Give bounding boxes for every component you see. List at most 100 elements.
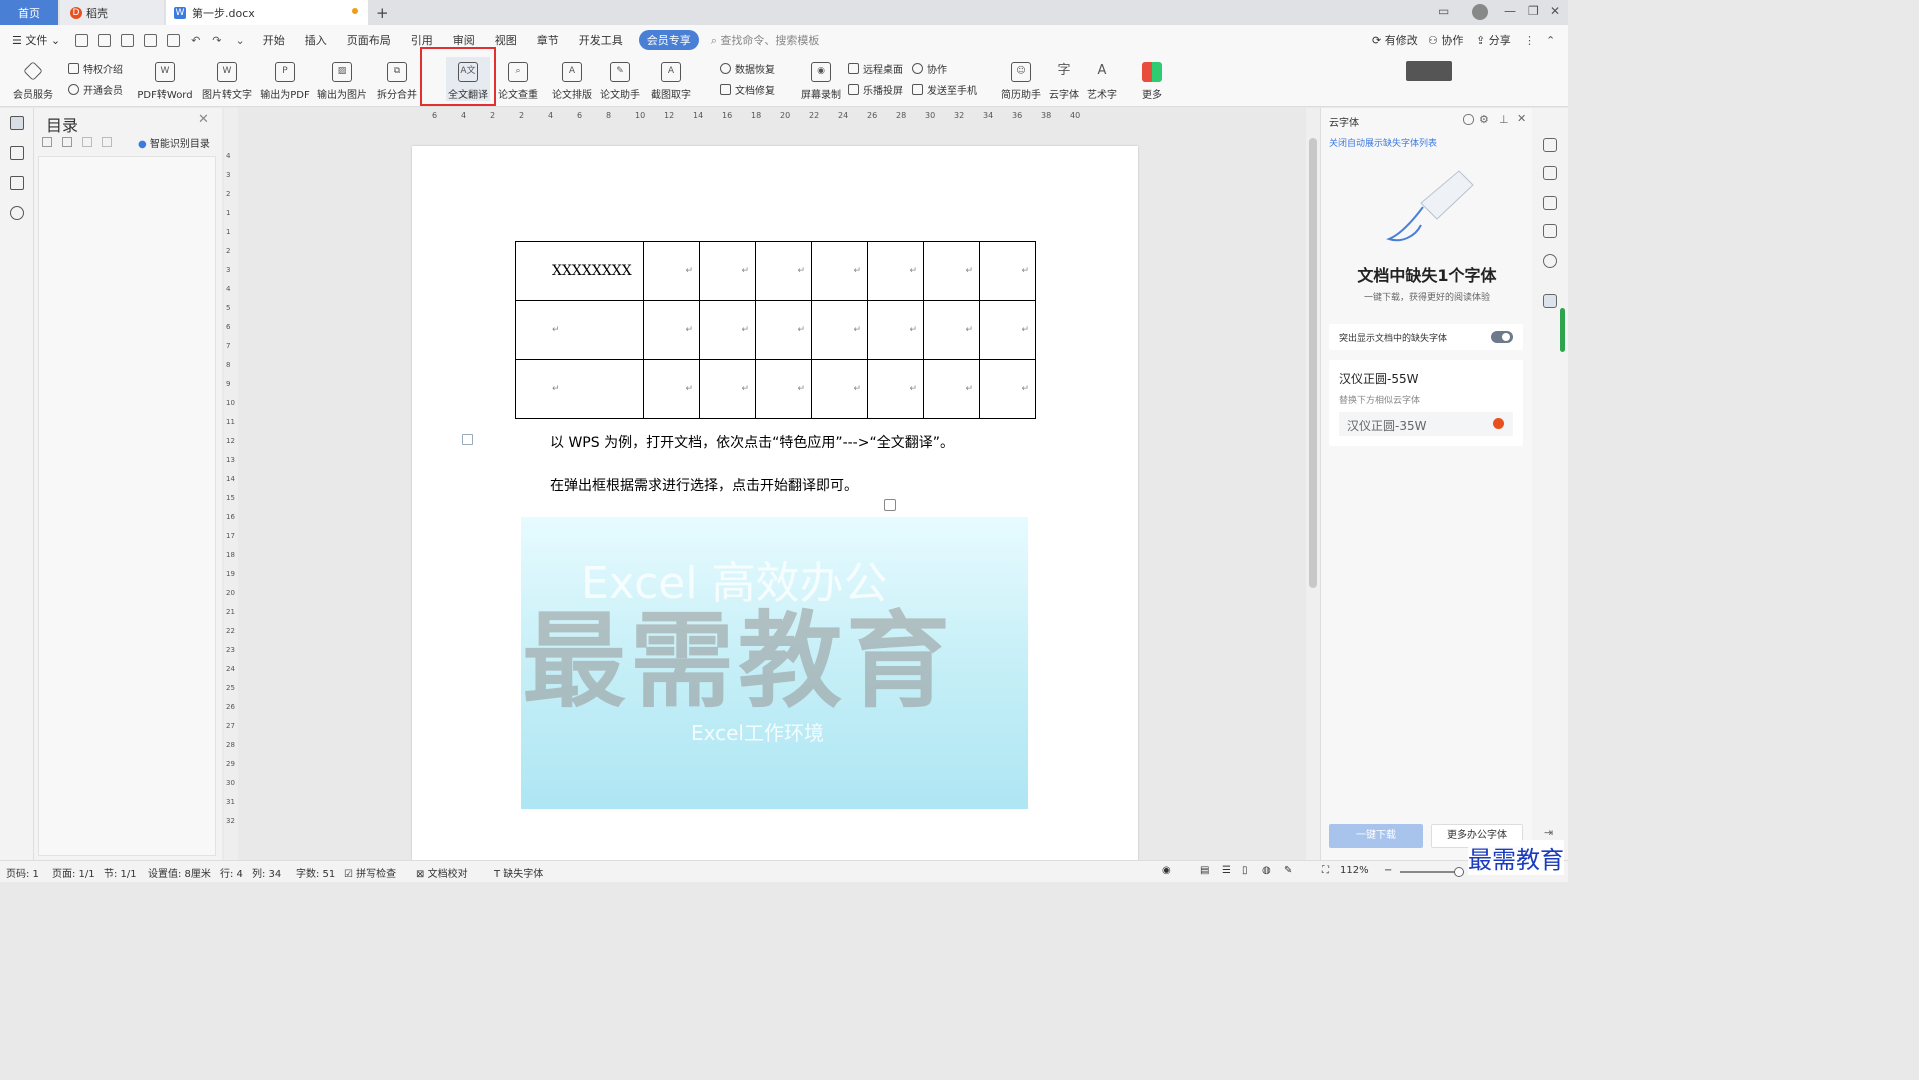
menu-insert[interactable]: 插入 (295, 32, 337, 48)
save-icon[interactable] (98, 33, 112, 47)
close-auto-display-link[interactable]: 关闭自动展示缺失字体列表 (1329, 136, 1437, 149)
format-painter-icon[interactable] (121, 33, 135, 47)
paragraph-handle-icon[interactable] (462, 434, 473, 445)
outline-view-icon[interactable]: ☰ (1222, 865, 1231, 876)
table-cell[interactable]: ↵ (755, 241, 812, 301)
table-cell[interactable]: ↵ (699, 241, 756, 301)
outline-icon[interactable] (10, 146, 24, 160)
status-words[interactable]: 字数: 51 (296, 865, 335, 880)
paper-layout-button[interactable]: A 论文排版 (550, 57, 594, 101)
table-cell[interactable]: XXXXXXXX (515, 241, 644, 301)
spell-check-button[interactable]: ☑ 拼写检查 (344, 865, 396, 880)
adjust-icon[interactable] (1543, 224, 1557, 238)
font-panel-icon[interactable] (1543, 294, 1557, 308)
table-cell[interactable]: ↵ (699, 300, 756, 360)
split-merge-button[interactable]: ⧉ 拆分合并 (374, 57, 420, 101)
data-recovery-button[interactable]: 数据恢复 (720, 61, 775, 76)
share-button[interactable]: ⇪ 分享 (1476, 32, 1511, 48)
edit-icon[interactable] (1543, 166, 1557, 180)
file-menu[interactable]: ☰ 文件 ⌄ (0, 32, 70, 48)
toc-expand-icon[interactable] (62, 137, 72, 147)
table-cell[interactable]: ↵ (923, 241, 980, 301)
document-page[interactable]: XXXXXXXX ↵ ↵ ↵ ↵ ↵ ↵ ↵ ↵ ↵ ↵ ↵ ↵ ↵ ↵ ↵ ↵ ↵ ↵ ↵ ↵ ↵ ↵ ↵ 以 W… (412, 146, 1138, 860)
more-options-icon[interactable]: ⋮ (1524, 34, 1535, 47)
table-cell[interactable]: ↵ (811, 241, 868, 301)
panel-header[interactable]: 云字体 (1329, 114, 1359, 129)
eye-protect-icon[interactable]: ◉ (1162, 865, 1171, 876)
missing-font-button[interactable]: T 缺失字体 (494, 865, 543, 880)
tab-document[interactable]: W 第一步.docx (166, 0, 368, 25)
table-cell[interactable]: ↵ (643, 300, 700, 360)
resume-button[interactable]: ☺ 简历助手 (1000, 57, 1042, 101)
collaborate-button[interactable]: ⚇ 协作 (1428, 32, 1463, 48)
rail-collapse-icon[interactable]: ⇥ (1544, 826, 1553, 839)
search-icon[interactable] (10, 206, 24, 220)
table-cell[interactable]: ↵ (923, 359, 980, 419)
document-table[interactable]: XXXXXXXX ↵ ↵ ↵ ↵ ↵ ↵ ↵ ↵ ↵ ↵ ↵ ↵ ↵ ↵ ↵ ↵ ↵ ↵ ↵ ↵ ↵ ↵ ↵ (515, 241, 1036, 419)
fit-page-icon[interactable]: ⛶ (1322, 865, 1329, 876)
paper-check-button[interactable]: ⌕ 论文查重 (494, 57, 542, 101)
vertical-scrollbar[interactable] (1306, 108, 1320, 860)
table-cell[interactable]: ↵ (699, 359, 756, 419)
tab-daoke[interactable]: D 稻壳 (60, 0, 164, 25)
privilege-button[interactable]: 特权介绍 (68, 61, 123, 76)
doc-repair-button[interactable]: 文档修复 (720, 82, 775, 97)
menu-dev-tools[interactable]: 开发工具 (569, 32, 633, 48)
image-to-text-button[interactable]: W 图片转文字 (200, 57, 254, 101)
paper-assistant-button[interactable]: ✎ 论文助手 (598, 57, 642, 101)
highlight-toggle[interactable] (1491, 331, 1513, 343)
art-font-button[interactable]: A 艺术字 (1084, 57, 1120, 101)
menu-reference[interactable]: 引用 (401, 32, 443, 48)
bookmark-icon[interactable] (10, 176, 24, 190)
table-cell[interactable]: ↵ (979, 241, 1036, 301)
similar-font-option[interactable]: 汉仪正圆-35W (1339, 412, 1513, 436)
toc-add-icon[interactable] (82, 137, 92, 147)
screen-record-button[interactable]: ◉ 屏幕录制 (800, 57, 842, 101)
table-cell[interactable]: ↵ (979, 359, 1036, 419)
table-cell[interactable]: ↵ (979, 300, 1036, 360)
download-all-button[interactable]: 一键下载 (1329, 824, 1423, 848)
table-cell[interactable]: ↵ (867, 300, 924, 360)
smart-toc-button[interactable]: ● 智能识别目录 (138, 135, 210, 150)
close-window-icon[interactable]: ✕ (1550, 4, 1560, 18)
select-icon[interactable] (1543, 196, 1557, 210)
menu-member[interactable]: 会员专享 (638, 30, 699, 50)
table-cell[interactable]: ↵ (755, 359, 812, 419)
table-cell[interactable]: ↵ (515, 359, 644, 419)
export-image-button[interactable]: ▨ 输出为图片 (316, 57, 368, 101)
lepro-cast-button[interactable]: 乐播投屏 (848, 82, 903, 97)
table-cell[interactable]: ↵ (811, 300, 868, 360)
more-button[interactable]: 更多 (1136, 57, 1168, 101)
table-cell[interactable]: ↵ (811, 359, 868, 419)
panel-settings-icon[interactable]: ⚙ (1479, 113, 1489, 126)
zoom-level[interactable]: 112% (1340, 865, 1369, 876)
paragraph-1[interactable]: 以 WPS 为例，打开文档，依次点击“特色应用”--->“全文翻译”。 (550, 432, 954, 452)
collapse-ribbon-icon[interactable]: ⌃ (1546, 34, 1555, 47)
toc-panel-icon[interactable] (10, 116, 24, 130)
collab-button[interactable]: 协作 (912, 61, 947, 76)
paragraph-2[interactable]: 在弹出框根据需求进行选择，点击开始翻译即可。 (550, 475, 858, 495)
toc-close-icon[interactable]: ✕ (198, 112, 209, 127)
table-cell[interactable]: ↵ (755, 300, 812, 360)
toc-remove-icon[interactable] (102, 137, 112, 147)
pen-view-icon[interactable]: ✎ (1284, 865, 1292, 876)
web-view-icon[interactable]: ◍ (1262, 865, 1271, 876)
doc-proof-button[interactable]: ⊠ 文档校对 (416, 865, 468, 880)
zoom-slider[interactable] (1400, 867, 1464, 877)
member-service-button[interactable]: 会员服务 (10, 57, 56, 101)
print-preview-icon[interactable] (167, 33, 181, 47)
panel-close-icon[interactable]: ✕ (1517, 112, 1526, 125)
table-cell[interactable]: ↵ (643, 359, 700, 419)
undo-icon[interactable]: ↶ (191, 34, 200, 47)
redo-icon[interactable]: ↷ (212, 34, 221, 47)
tab-home[interactable]: 首页 (0, 0, 58, 25)
restore-icon[interactable]: ❐ (1528, 4, 1539, 18)
send-phone-button[interactable]: 发送至手机 (912, 82, 977, 97)
new-tab-button[interactable]: + (376, 0, 389, 25)
zoom-out-icon[interactable]: − (1384, 865, 1392, 876)
panel-chat-icon[interactable] (1463, 114, 1474, 125)
menu-review[interactable]: 审阅 (443, 32, 485, 48)
menu-start[interactable]: 开始 (253, 32, 295, 48)
menu-page-layout[interactable]: 页面布局 (337, 32, 401, 48)
open-member-button[interactable]: 开通会员 (68, 82, 123, 97)
